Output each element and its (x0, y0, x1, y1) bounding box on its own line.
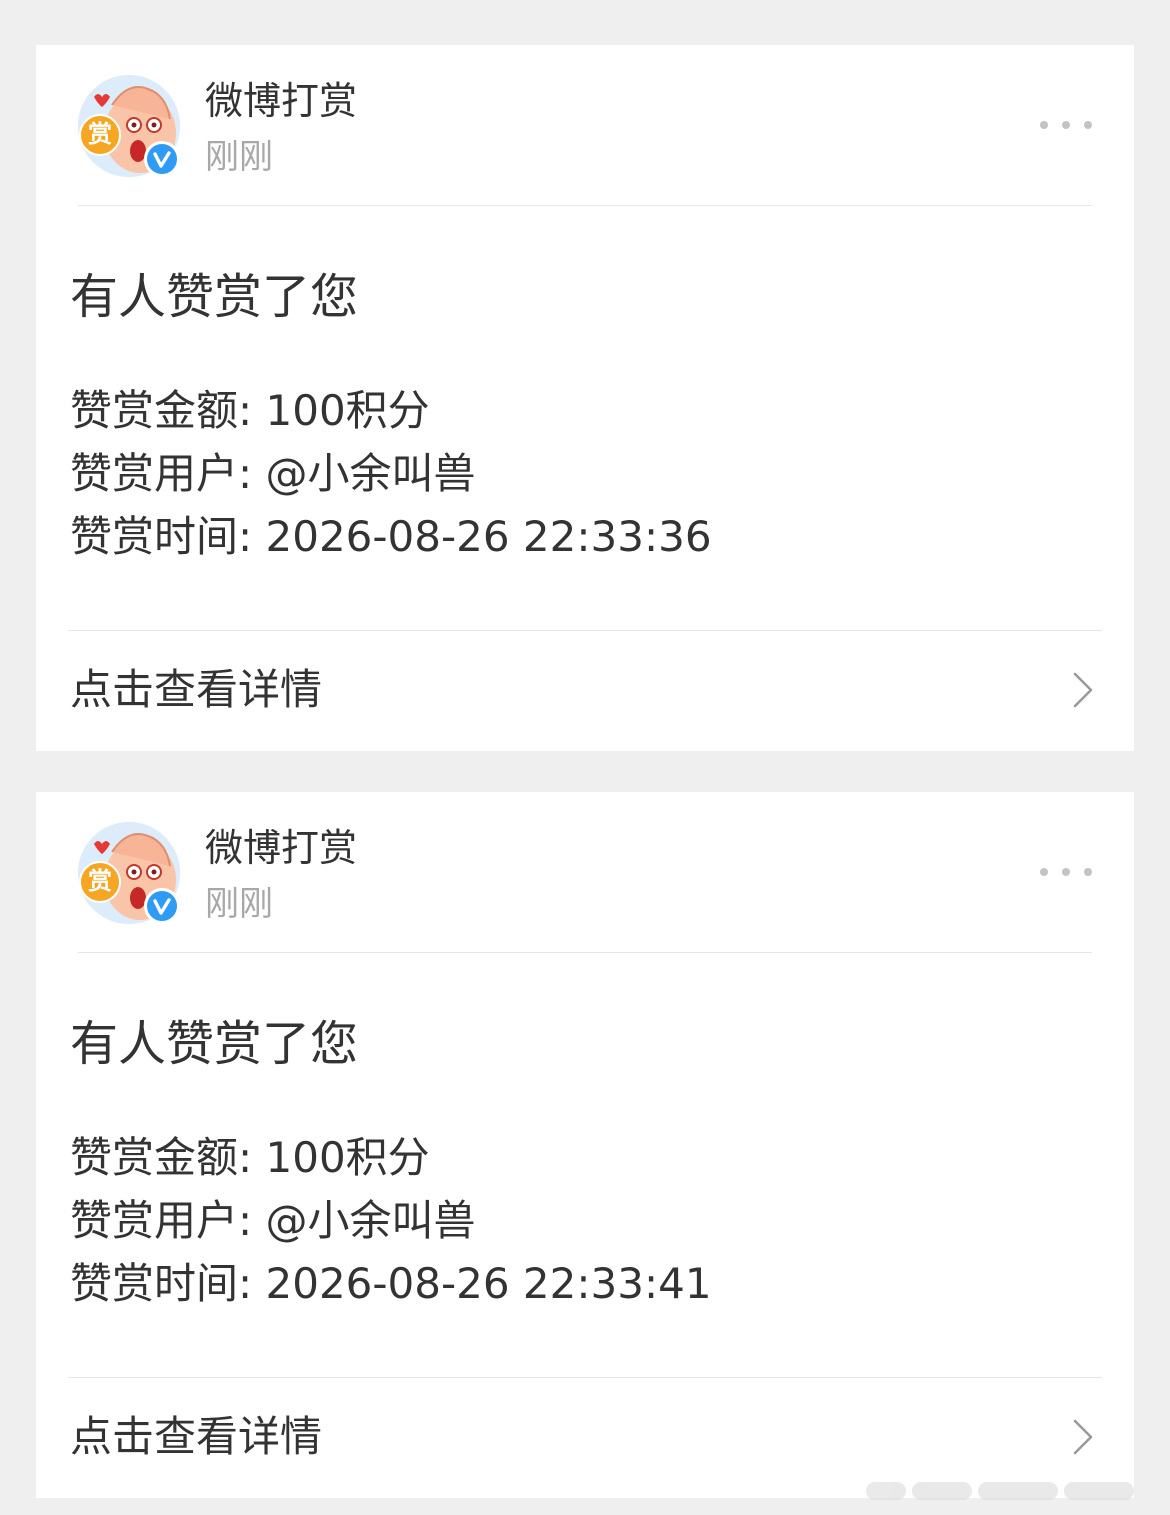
timestamp: 刚刚 (205, 884, 273, 924)
reward-user-line[interactable]: 赞赏用户: @小余叫兽 (70, 1196, 476, 1246)
view-details-label: 点击查看详情 (70, 665, 323, 714)
message-title: 有人赞赏了您 (70, 269, 359, 325)
card-header: 赏 微博打赏 刚刚 (36, 792, 1134, 953)
avatar-badge-text: 赏 (88, 120, 112, 148)
reward-amount-line: 赞赏金额: 100积分 (70, 1133, 430, 1182)
chevron-right-icon (1070, 671, 1096, 709)
notification-page: 赏 微博打赏 刚刚 有人赞赏了您 赞赏金额: 100积分 赞赏用户: @小余叫兽… (0, 0, 1170, 1515)
view-details-link[interactable]: 点击查看详情 (36, 631, 1134, 751)
message-title: 有人赞赏了您 (70, 1016, 359, 1072)
reward-user-line[interactable]: 赞赏用户: @小余叫兽 (70, 449, 476, 499)
reward-time-line: 赞赏时间: 2026-08-26 22:33:41 (70, 1259, 712, 1308)
timestamp: 刚刚 (205, 137, 273, 177)
more-dots-icon (1040, 868, 1048, 876)
avatar-badge-text: 赏 (88, 867, 112, 895)
watermark (866, 1478, 1156, 1504)
reward-amount-line: 赞赏金额: 100积分 (70, 386, 430, 435)
sender-name[interactable]: 微博打赏 (205, 79, 357, 123)
card-header: 赏 微博打赏 刚刚 (36, 45, 1134, 206)
reward-notification-card: 赏 微博打赏 刚刚 有人赞赏了您 赞赏金额: 100积分 赞赏用户: @小余叫兽… (36, 45, 1134, 751)
chevron-right-icon (1070, 1418, 1096, 1456)
reward-notification-card: 赏 微博打赏 刚刚 有人赞赏了您 赞赏金额: 100积分 赞赏用户: @小余叫兽… (36, 792, 1134, 1498)
more-dots-icon (1040, 121, 1048, 129)
more-options-button[interactable] (1036, 111, 1096, 139)
divider (78, 952, 1092, 953)
verified-v-icon (144, 141, 180, 177)
divider (78, 205, 1092, 206)
reward-time-line: 赞赏时间: 2026-08-26 22:33:36 (70, 512, 712, 561)
sender-name[interactable]: 微博打赏 (205, 826, 357, 870)
more-options-button[interactable] (1036, 858, 1096, 886)
view-details-label: 点击查看详情 (70, 1412, 323, 1461)
verified-v-icon (144, 888, 180, 924)
